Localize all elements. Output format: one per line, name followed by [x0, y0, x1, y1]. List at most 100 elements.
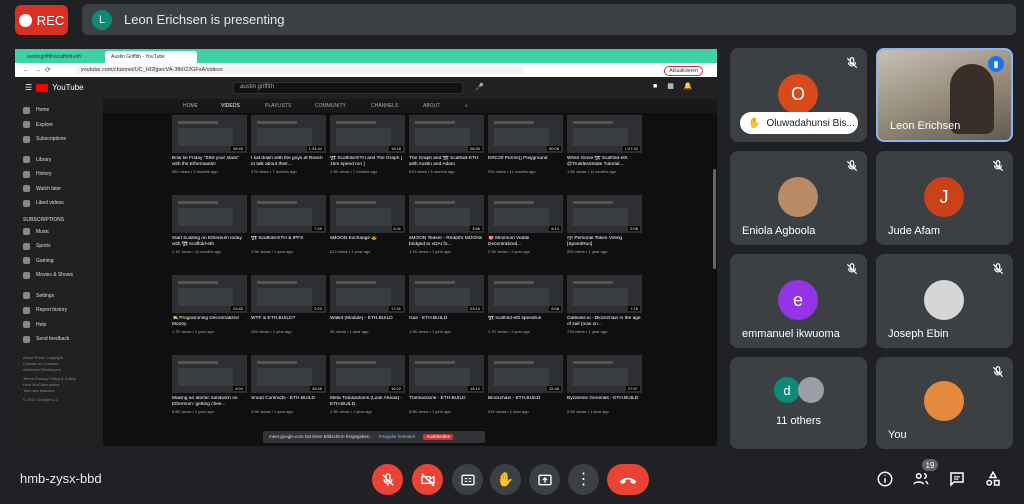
video-thumbnail[interactable]: 6:04: [172, 355, 247, 393]
video-card[interactable]: 15:18 🏗 Scaffold-ETH and The Graph [ 15m …: [330, 115, 405, 174]
video-title[interactable]: ERC20 Permit() Playground: [488, 156, 563, 168]
video-card[interactable]: 7:16 Galleass.io - Blockchain in the age …: [567, 275, 642, 334]
video-thumbnail[interactable]: 27:57: [567, 355, 642, 393]
video-thumbnail[interactable]: 17:31: [330, 275, 405, 313]
video-title[interactable]: Transactions - ETH.BUILD: [409, 396, 484, 408]
meeting-info-button[interactable]: [874, 468, 896, 490]
video-title[interactable]: 🏗 Scaffold-ETH and The Graph [ 15m speed…: [330, 156, 405, 168]
tab-home[interactable]: HOME: [183, 103, 198, 109]
video-card[interactable]: 6:04 Making an atomic sandwich on Ethereu…: [172, 355, 247, 414]
video-card[interactable]: 23:43 💸 Programming Decentralized Money 1.…: [172, 275, 247, 334]
video-title[interactable]: Blockchain - ETH.BUILD: [488, 396, 563, 408]
video-thumbnail[interactable]: 6:08: [488, 275, 563, 313]
video-card[interactable]: 3:56 sMOON Teaser - Reddit's MOONs bridge…: [409, 195, 484, 254]
participant-tile[interactable]: O ✋ Oluwadahunsi Bis...: [730, 48, 867, 142]
video-title[interactable]: Bow tie Friday "Shill your stack" with t…: [172, 156, 247, 168]
video-card[interactable]: 2:23 WTF is ETH.BUILD? 28K views • 1 year …: [251, 275, 326, 334]
self-tile[interactable]: You: [876, 357, 1013, 449]
video-title[interactable]: Galleass.io - Blockchain in the age of s…: [567, 316, 642, 328]
sidebar-item[interactable]: Explore: [15, 118, 103, 133]
video-thumbnail[interactable]: 2:06: [567, 195, 642, 233]
video-card[interactable]: 26:30 The Graph and 🏗 Scaffold-ETH with A…: [409, 115, 484, 174]
video-card[interactable]: 50:09 ERC20 Permit() Playground 934 views …: [488, 115, 563, 174]
tab-community[interactable]: COMMUNITY: [315, 103, 346, 109]
video-thumbnail[interactable]: 22:45: [488, 355, 563, 393]
sidebar-item[interactable]: Home: [15, 103, 103, 118]
video-card[interactable]: 2:06 🗳 Personal Token Voting [SpeedRun] 59…: [567, 195, 642, 254]
captions-button[interactable]: [452, 464, 483, 495]
video-title[interactable]: sMOON Teaser - Reddit's MOONs bridged to…: [409, 236, 484, 248]
presenting-banner[interactable]: L Leon Erichsen is presenting: [82, 4, 1016, 35]
video-title[interactable]: sMOON Exchange 😎: [330, 236, 405, 248]
sidebar-item[interactable]: Watch later: [15, 182, 103, 197]
video-thumbnail[interactable]: 49:45: [172, 115, 247, 153]
video-title[interactable]: I sat down with the guys at Reach to tal…: [251, 156, 326, 168]
raise-hand-button[interactable]: ✋: [490, 464, 521, 495]
video-thumbnail[interactable]: 23:14: [409, 275, 484, 313]
browser-nav-icons[interactable]: ←→⟳: [23, 66, 55, 74]
camera-toggle-button[interactable]: [412, 464, 443, 495]
video-title[interactable]: White Glove 🏗 Scaffold-eth @TrustlessSta…: [567, 156, 642, 168]
participant-tile[interactable]: J Jude Afam: [876, 151, 1013, 245]
tab-playlists[interactable]: PLAYLISTS: [265, 103, 291, 109]
video-thumbnail[interactable]: 50:09: [488, 115, 563, 153]
video-title[interactable]: Wallet (Module) - ETH.BUILD: [330, 316, 405, 328]
video-title[interactable]: Byzantine Generals - ETH.BUILD: [567, 396, 642, 408]
video-thumbnail[interactable]: 15:12: [409, 355, 484, 393]
participant-tile[interactable]: Eniola Agboola: [730, 151, 867, 245]
video-card[interactable]: 17:31 Wallet (Module) - ETH.BUILD 2K views…: [330, 275, 405, 334]
video-card[interactable]: 26:45 Smart Contracts - ETH.BUILD 4.9K vie…: [251, 355, 326, 414]
video-thumbnail[interactable]: 10:22: [330, 355, 405, 393]
video-thumbnail[interactable]: 6:11: [330, 195, 405, 233]
browser-tab[interactable]: austingriffith/scaffold-eth: [21, 51, 105, 63]
video-title[interactable]: 🏗 Scaffold-ETH & IPFS: [251, 236, 326, 248]
video-card[interactable]: 23:14 Gas - ETH.BUILD 1.5K views • 1 year …: [409, 275, 484, 334]
sidebar-bottom-item[interactable]: Help: [15, 318, 103, 333]
sidebar-bottom-item[interactable]: Send feedback: [15, 332, 103, 347]
video-thumbnail[interactable]: [172, 195, 247, 233]
sidebar-item[interactable]: Subscriptions: [15, 132, 103, 147]
youtube-search-input[interactable]: austin griffith: [233, 82, 463, 94]
more-options-button[interactable]: ⋮: [568, 464, 599, 495]
video-title[interactable]: WTF is ETH.BUILD?: [251, 316, 326, 328]
subscription-item[interactable]: Music: [15, 225, 103, 240]
others-tile[interactable]: d 11 others: [730, 357, 867, 449]
video-card[interactable]: 6:08 🏗 scaffold-eth speedrun 1.7K views • …: [488, 275, 563, 334]
video-title[interactable]: 🏗 scaffold-eth speedrun: [488, 316, 563, 328]
shared-screen[interactable]: austingriffith/scaffold-eth Austin Griff…: [15, 49, 717, 446]
video-thumbnail[interactable]: 1:24:34: [251, 115, 326, 153]
tab-channels[interactable]: CHANNELS: [371, 103, 398, 109]
video-title[interactable]: Gas - ETH.BUILD: [409, 316, 484, 328]
sidebar-item[interactable]: Library: [15, 153, 103, 168]
video-thumbnail[interactable]: 6:14: [488, 195, 563, 233]
recording-badge[interactable]: REC: [15, 5, 68, 35]
subscription-item[interactable]: Sports: [15, 239, 103, 254]
video-card[interactable]: 7:29 🏗 Scaffold-ETH & IPFS 1.5K views • 1 …: [251, 195, 326, 254]
update-button[interactable]: Aktualisieren: [664, 66, 703, 76]
video-title[interactable]: 💸 Programming Decentralized Money: [172, 316, 247, 328]
video-thumbnail[interactable]: 1:27:34: [567, 115, 642, 153]
mic-icon[interactable]: 🎤: [475, 83, 484, 91]
video-card[interactable]: 1:24:34 I sat down with the guys at Reach…: [251, 115, 326, 174]
video-card[interactable]: 22:45 Blockchain - ETH.BUILD 51K views • 1…: [488, 355, 563, 414]
video-card[interactable]: 49:45 Bow tie Friday "Shill your stack" w…: [172, 115, 247, 174]
end-call-button[interactable]: [607, 464, 649, 495]
tab-videos[interactable]: VIDEOS: [221, 103, 240, 109]
subscription-item[interactable]: Movies & Shows: [15, 268, 103, 283]
video-title[interactable]: Making an atomic sandwich on Ethereum: g…: [172, 396, 247, 408]
video-thumbnail[interactable]: 7:16: [567, 275, 642, 313]
video-thumbnail[interactable]: 3:56: [409, 195, 484, 233]
youtube-header-icons[interactable]: ■▦🔔: [653, 82, 703, 90]
video-thumbnail[interactable]: 26:30: [409, 115, 484, 153]
video-card[interactable]: 6:14 🎯 Minimum Viable Decentralized... 2.9…: [488, 195, 563, 254]
mic-toggle-button[interactable]: [372, 464, 403, 495]
video-title[interactable]: Meta Transactions (Look Ahead) - ETH.BUI…: [330, 396, 405, 408]
sidebar-bottom-item[interactable]: Settings: [15, 289, 103, 304]
video-card[interactable]: 6:11 sMOON Exchange 😎 612 views • 1 year a…: [330, 195, 405, 254]
video-thumbnail[interactable]: 26:45: [251, 355, 326, 393]
video-thumbnail[interactable]: 23:43: [172, 275, 247, 313]
participant-tile[interactable]: e emmanuel ikwuoma: [730, 254, 867, 348]
people-button[interactable]: [910, 468, 932, 490]
participant-tile-active-speaker[interactable]: ▮ Leon Erichsen: [876, 48, 1013, 142]
video-title[interactable]: 🗳 Personal Token Voting [SpeedRun]: [567, 236, 642, 248]
